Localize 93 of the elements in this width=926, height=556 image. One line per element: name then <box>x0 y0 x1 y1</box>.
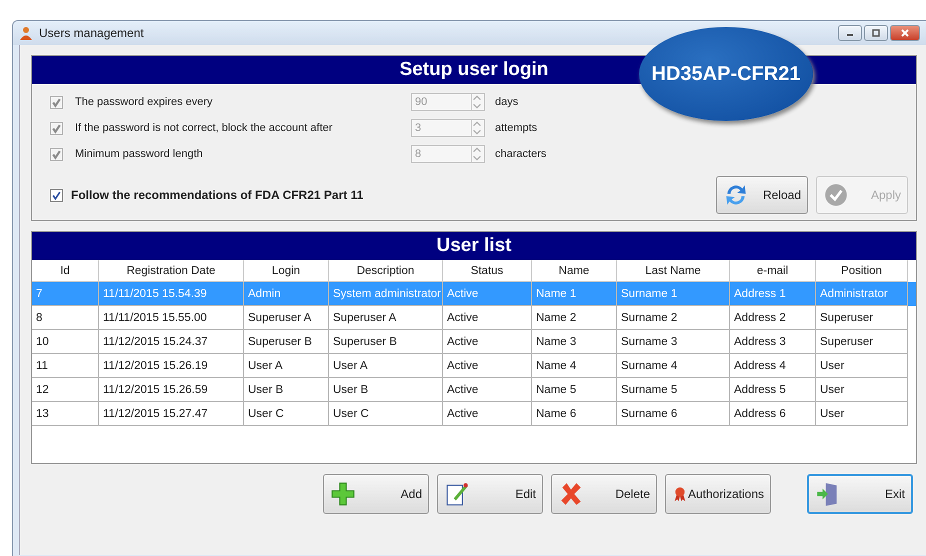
unit-label: characters <box>495 148 546 160</box>
user-icon <box>19 26 33 40</box>
notepad-pencil-icon <box>444 481 470 507</box>
table-row[interactable]: 13 11/12/2015 15.27.47 User C User C Active Name 6 Surname 6 Address 6 User <box>32 402 916 426</box>
unit-label: days <box>495 96 518 108</box>
unit-label: attempts <box>495 122 538 134</box>
table-cell: Superuser B <box>244 330 329 354</box>
table-cell: User <box>816 378 908 402</box>
checkbox-label: Follow the recommendations of FDA CFR21 Part 11 <box>71 188 364 202</box>
column-header[interactable]: Position <box>816 260 908 282</box>
table-cell: User C <box>244 402 329 426</box>
table-cell: User <box>816 354 908 378</box>
table-cell: 13 <box>32 402 99 426</box>
table-cell: Name 1 <box>532 282 617 306</box>
plus-icon <box>330 481 356 507</box>
table-cell: 10 <box>32 330 99 354</box>
table-cell: Name 4 <box>532 354 617 378</box>
table-cell: 11/11/2015 15.54.39 <box>99 282 244 306</box>
table-cell: Superuser A <box>329 306 443 330</box>
table-cell: Administrator <box>816 282 908 306</box>
table-cell: 11/12/2015 15.27.47 <box>99 402 244 426</box>
table-cell: Address 2 <box>730 306 816 330</box>
delete-button[interactable]: Delete <box>551 474 657 514</box>
table-cell: 8 <box>32 306 99 330</box>
table-cell: Surname 2 <box>617 306 730 330</box>
table-cell: System administrator <box>329 282 443 306</box>
table-cell: Address 4 <box>730 354 816 378</box>
table-cell: Address 6 <box>730 402 816 426</box>
table-cell: Active <box>443 330 532 354</box>
table-row[interactable]: 12 11/12/2015 15.26.59 User B User B Active Name 5 Surname 5 Address 5 User <box>32 378 916 402</box>
table-cell: 11/12/2015 15.26.59 <box>99 378 244 402</box>
table-cell: User A <box>329 354 443 378</box>
table-cell: User B <box>329 378 443 402</box>
column-header[interactable]: Name <box>532 260 617 282</box>
table-cell: Superuser B <box>329 330 443 354</box>
table-cell: Surname 4 <box>617 354 730 378</box>
column-header[interactable]: e-mail <box>730 260 816 282</box>
table-cell: Active <box>443 282 532 306</box>
table-cell: Superuser <box>816 330 908 354</box>
table-cell: 11/12/2015 15.24.37 <box>99 330 244 354</box>
table-cell: Superuser A <box>244 306 329 330</box>
table-cell: Name 3 <box>532 330 617 354</box>
window-title: Users management <box>39 26 144 40</box>
checkbox[interactable] <box>50 188 63 202</box>
table-cell: User B <box>244 378 329 402</box>
table-row[interactable]: 11 11/12/2015 15.26.19 User A User A Active Name 4 Surname 4 Address 4 User <box>32 354 916 378</box>
setting-label: The password expires every <box>75 96 214 108</box>
table-cell: Address 3 <box>730 330 816 354</box>
table-cell: Active <box>443 378 532 402</box>
close-icon <box>900 28 910 38</box>
section-header: User list <box>32 232 916 260</box>
table-cell: Active <box>443 354 532 378</box>
table-cell: User C <box>329 402 443 426</box>
table-cell: User A <box>244 354 329 378</box>
table-cell: Surname 6 <box>617 402 730 426</box>
close-button[interactable] <box>890 25 920 41</box>
table-cell: Admin <box>244 282 329 306</box>
column-header[interactable]: Description <box>329 260 443 282</box>
table-cell: Name 2 <box>532 306 617 330</box>
column-header[interactable]: Last Name <box>617 260 730 282</box>
table-cell: User <box>816 402 908 426</box>
table-cell: Address 1 <box>730 282 816 306</box>
table-cell: Surname 5 <box>617 378 730 402</box>
table-cell: 7 <box>32 282 99 306</box>
minimize-button[interactable] <box>838 25 862 41</box>
table-cell: Surname 3 <box>617 330 730 354</box>
table-cell: Active <box>443 306 532 330</box>
table-cell: Surname 1 <box>617 282 730 306</box>
reload-button[interactable]: Reload <box>716 176 808 214</box>
maximize-button[interactable] <box>864 25 888 41</box>
table-cell: Active <box>443 402 532 426</box>
table-cell: 11/12/2015 15.26.19 <box>99 354 244 378</box>
table-row[interactable]: 8 11/11/2015 15.55.00 Superuser A Superuser A Active Name 2 Surname 2 Address 2 Superuser <box>32 306 916 330</box>
table-cell: Superuser <box>816 306 908 330</box>
exit-button[interactable]: Exit <box>807 474 913 514</box>
setting-label: If the password is not correct, block the account after <box>75 122 334 134</box>
table-cell: 12 <box>32 378 99 402</box>
edit-button[interactable]: Edit <box>437 474 543 514</box>
table-cell: 11 <box>32 354 99 378</box>
column-header[interactable]: Registration Date <box>99 260 244 282</box>
checkmark-icon <box>823 182 849 208</box>
table-cell: Name 5 <box>532 378 617 402</box>
maximize-icon <box>871 28 881 38</box>
table-cell: Name 6 <box>532 402 617 426</box>
column-header[interactable]: Status <box>443 260 532 282</box>
table-cell: Address 5 <box>730 378 816 402</box>
table-row[interactable]: 10 11/12/2015 15.24.37 Superuser B Superuser B Active Name 3 Surname 3 Address 3 Superuser <box>32 330 916 354</box>
table-cell: 11/11/2015 15.55.00 <box>99 306 244 330</box>
setting-label: Minimum password length <box>75 148 204 160</box>
column-header[interactable]: Login <box>244 260 329 282</box>
authorizations-button[interactable]: Authorizations <box>665 474 771 514</box>
add-button[interactable]: Add <box>323 474 429 514</box>
column-header[interactable]: Id <box>32 260 99 282</box>
